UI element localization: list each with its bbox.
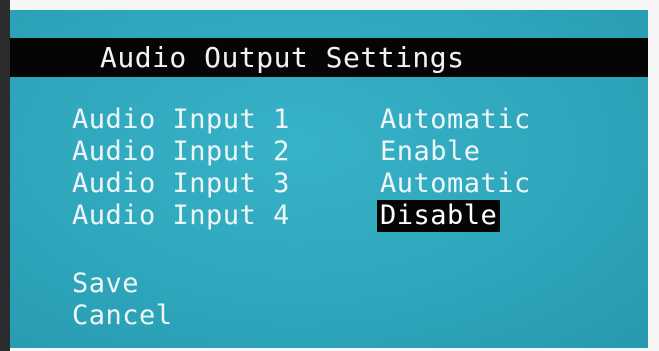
audio-input-3-label: Audio Input 3 (72, 168, 290, 199)
menu-row-audio-input-4[interactable]: Audio Input 4 Disable (72, 200, 632, 232)
audio-input-3-value[interactable]: Automatic (377, 168, 534, 200)
page-title: Audio Output Settings (100, 41, 465, 74)
menu-row-audio-input-3[interactable]: Audio Input 3 Automatic (72, 168, 632, 200)
audio-input-4-label: Audio Input 4 (72, 200, 290, 231)
audio-input-1-value[interactable]: Automatic (377, 104, 534, 136)
cancel-button[interactable]: Cancel (72, 300, 173, 332)
audio-input-1-label: Audio Input 1 (72, 104, 290, 135)
photo-frame: Audio Output Settings Audio Input 1 Auto… (0, 0, 659, 351)
menu-row-audio-input-2[interactable]: Audio Input 2 Enable (72, 136, 632, 168)
audio-input-4-value-selected[interactable]: Disable (377, 200, 501, 232)
title-bar: Audio Output Settings (10, 38, 648, 77)
monitor-bezel (0, 0, 10, 351)
audio-input-2-value[interactable]: Enable (377, 136, 484, 168)
osd-screen: Audio Output Settings Audio Input 1 Auto… (10, 10, 648, 348)
menu-row-audio-input-1[interactable]: Audio Input 1 Automatic (72, 104, 632, 136)
save-button[interactable]: Save (72, 268, 139, 300)
audio-input-2-label: Audio Input 2 (72, 136, 290, 167)
